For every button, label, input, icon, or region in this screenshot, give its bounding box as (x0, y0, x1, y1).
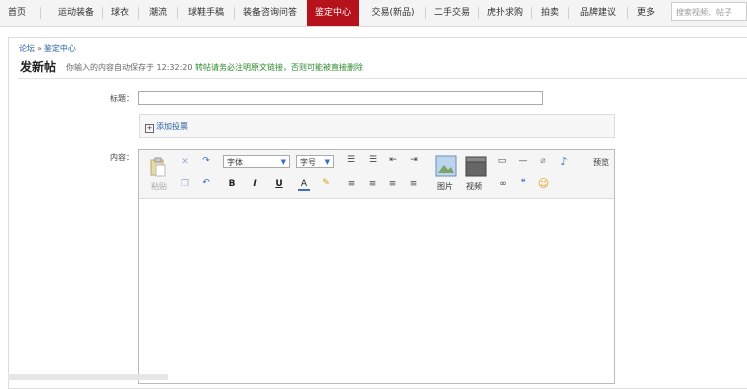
chevron-down-icon: ▼ (280, 158, 286, 166)
add-poll-label: 添加投票 (156, 122, 188, 131)
unordered-list-icon[interactable]: ☰ (367, 155, 379, 165)
autosave-status: 你输入的内容自动保存于 12:32:20 (66, 63, 193, 72)
poll-section (139, 114, 615, 138)
nav-item-second-hand[interactable]: 二手交易 (426, 0, 478, 26)
title-input[interactable] (138, 91, 543, 105)
nav-item-brand-suggestion[interactable]: 品牌建议 (569, 0, 627, 26)
nav-item-trend[interactable]: 潮流 (139, 0, 177, 26)
italic-icon[interactable]: I (250, 179, 260, 189)
chevron-down-icon: ▼ (324, 158, 330, 166)
cut-icon[interactable]: ✕ (179, 157, 191, 167)
highlight-icon[interactable]: ✎ (319, 178, 333, 188)
video-label: 视频 (466, 182, 482, 191)
font-size-select[interactable]: 字号 ▼ (296, 155, 334, 168)
font-family-value: 字体 (227, 158, 243, 167)
ordered-list-icon[interactable]: ☰ (345, 155, 357, 165)
divider (18, 78, 747, 79)
repost-warning: 转帖请务必注明原文链接，否则可能被直接删除 (195, 63, 363, 72)
bold-icon[interactable]: B (227, 179, 237, 189)
nav-divider (40, 7, 41, 19)
undo-icon[interactable]: ↶ (200, 178, 212, 188)
link-icon[interactable]: ∞ (497, 179, 509, 189)
nav-item-auction[interactable]: 拍卖 (532, 0, 568, 26)
nav-item-gear-qa[interactable]: 装备咨询问答 (235, 0, 305, 26)
music-icon[interactable]: ♪ (558, 155, 570, 168)
align-right-icon[interactable]: ≡ (387, 179, 398, 189)
nav-item-wanted[interactable]: 虎扑求购 (479, 0, 531, 26)
quote-icon[interactable]: ❝ (517, 178, 529, 188)
status-bar (8, 374, 168, 380)
nav-item-sports-gear[interactable]: 运动装备 (45, 0, 107, 26)
outdent-icon[interactable]: ⇤ (387, 155, 399, 165)
font-family-select[interactable]: 字体 ▼ (223, 155, 290, 168)
align-justify-icon[interactable]: ≡ (408, 179, 419, 189)
page-title: 发新帖 (20, 60, 57, 74)
nav-item-appraisal-center[interactable]: 鉴定中心 (307, 0, 359, 26)
top-nav: 首页 运动装备 球衣 潮流 球鞋手稿 装备咨询问答 鉴定中心 交易(新品) 二手… (0, 0, 747, 27)
indent-icon[interactable]: ⇥ (408, 155, 420, 165)
paste-icon[interactable] (149, 157, 167, 177)
video-icon[interactable] (465, 155, 487, 177)
breadcrumb: 论坛» 鉴定中心 (19, 43, 76, 54)
breadcrumb-home[interactable]: 论坛 (19, 44, 35, 53)
title-label: 标题： (110, 94, 134, 103)
content-label: 内容： (110, 153, 134, 162)
table-icon[interactable]: ▭ (496, 156, 508, 166)
breadcrumb-separator: » (37, 44, 42, 53)
align-left-icon[interactable]: ≡ (346, 179, 357, 189)
eraser-icon[interactable]: ⌀ (537, 156, 549, 166)
image-icon[interactable] (435, 155, 457, 177)
breadcrumb-current[interactable]: 鉴定中心 (44, 44, 76, 53)
nav-item-sneaker-drafts[interactable]: 球鞋手稿 (178, 0, 234, 26)
font-size-value: 字号 (300, 158, 316, 167)
nav-item-more[interactable]: 更多 (628, 0, 664, 26)
nav-item-jersey[interactable]: 球衣 (103, 0, 137, 26)
underline-icon[interactable]: U (274, 179, 284, 189)
plus-box-icon: + (145, 124, 154, 133)
preview-button[interactable]: 预览 (592, 157, 610, 168)
nav-item-home[interactable]: 首页 (0, 0, 34, 26)
nav-item-trade-new[interactable]: 交易(新品) (363, 0, 423, 26)
image-label: 图片 (437, 182, 453, 191)
horizontal-rule-icon[interactable]: — (517, 156, 529, 166)
paste-label: 粘贴 (151, 182, 167, 191)
font-color-icon[interactable]: A (298, 179, 310, 191)
redo-icon[interactable]: ↷ (200, 156, 212, 166)
add-poll-link[interactable]: + 添加投票 (145, 121, 188, 133)
search-input[interactable]: 搜索视频、帖子 (671, 2, 747, 21)
copy-icon[interactable]: ❐ (179, 179, 191, 189)
align-center-icon[interactable]: ≡ (367, 179, 378, 189)
emoji-icon[interactable]: ☺ (537, 177, 550, 190)
